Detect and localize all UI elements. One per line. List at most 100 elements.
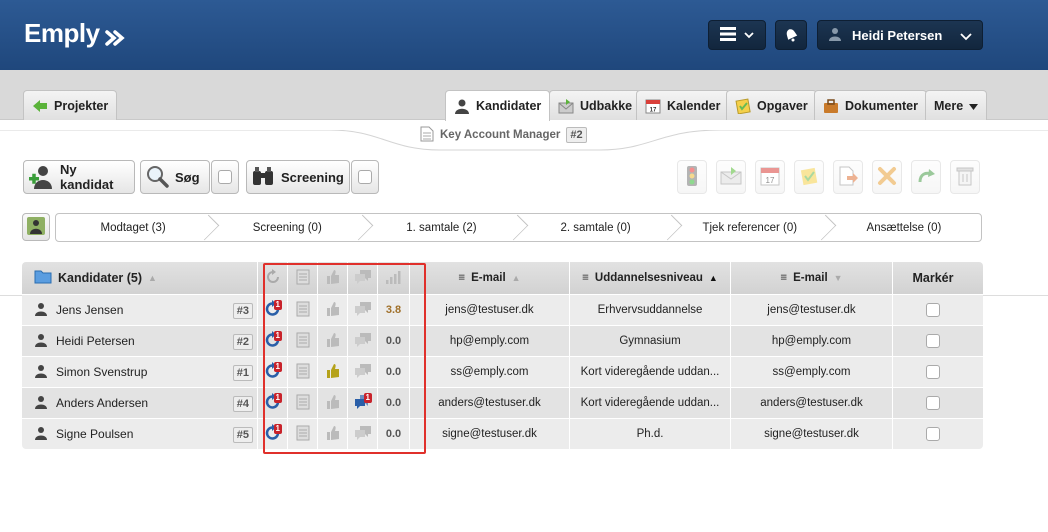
candidate-name[interactable]: Heidi Petersen — [56, 334, 135, 348]
search-button[interactable]: Søg — [140, 160, 210, 194]
column-header-score[interactable] — [378, 262, 410, 294]
main-menu-button[interactable] — [708, 20, 766, 50]
column-header-mark[interactable]: Markér — [893, 262, 973, 294]
add-task-button[interactable] — [794, 160, 824, 194]
pipeline-step[interactable]: Screening (0) — [210, 214, 364, 241]
column-header-documents[interactable] — [288, 262, 318, 294]
comments-cell[interactable] — [348, 419, 378, 449]
table-row[interactable]: Signe Poulsen #5 1 0.0 signe@testuser.dk… — [22, 418, 983, 449]
mark-cell[interactable] — [893, 357, 973, 387]
tab-projects[interactable]: Projekter — [23, 90, 118, 120]
email-2-value: anders@testuser.dk — [760, 397, 863, 409]
screening-checkbox[interactable] — [358, 170, 372, 184]
rating-cell[interactable] — [318, 388, 348, 418]
rating-cell[interactable] — [318, 295, 348, 325]
new-candidate-button[interactable]: Ny kandidat — [23, 160, 135, 194]
traffic-light-button[interactable] — [677, 160, 707, 194]
pipeline-step[interactable]: 1. samtale (2) — [364, 214, 518, 241]
send-mail-button[interactable] — [716, 160, 746, 194]
refresh-cell[interactable]: 1 — [258, 419, 288, 449]
column-header-email[interactable]: ≡ E-mail ▲ — [410, 262, 570, 294]
rating-cell[interactable] — [318, 357, 348, 387]
mark-checkbox[interactable] — [926, 427, 940, 441]
column-header-candidates[interactable]: Kandidater (5) ▲ — [22, 262, 258, 294]
bell-icon — [783, 26, 799, 45]
mark-checkbox[interactable] — [926, 334, 940, 348]
document-icon — [296, 269, 310, 288]
tab-more[interactable]: Mere — [925, 90, 988, 120]
column-header-comments[interactable] — [348, 262, 378, 294]
pipeline-person-button[interactable] — [22, 213, 50, 241]
pipeline-step[interactable]: Tjek referencer (0) — [673, 214, 827, 241]
table-row[interactable]: Anders Andersen #4 1 1 0.0 anders@testus… — [22, 387, 983, 418]
tab-documents[interactable]: Dokumenter — [814, 90, 927, 120]
rating-cell[interactable] — [318, 326, 348, 356]
delete-button[interactable] — [950, 160, 980, 194]
list-icon: ≡ — [780, 272, 788, 284]
pipeline-step[interactable]: Modtaget (3) — [56, 214, 210, 241]
candidate-name[interactable]: Signe Poulsen — [56, 427, 133, 441]
comments-cell[interactable]: 1 — [348, 388, 378, 418]
column-header-education[interactable]: ≡ Uddannelsesniveau ▲ — [570, 262, 731, 294]
documents-cell[interactable] — [288, 357, 318, 387]
documents-cell[interactable] — [288, 295, 318, 325]
move-candidate-button[interactable] — [833, 160, 863, 194]
list-icon: ≡ — [458, 272, 466, 284]
mark-cell[interactable] — [893, 326, 973, 356]
table-row[interactable]: Jens Jensen #3 1 3.8 jens@testuser.dk Er… — [22, 294, 983, 325]
refresh-cell[interactable]: 1 — [258, 357, 288, 387]
refresh-button[interactable] — [911, 160, 941, 194]
candidate-name-cell[interactable]: Jens Jensen #3 — [22, 295, 258, 325]
pipeline-step[interactable]: 2. samtale (0) — [519, 214, 673, 241]
mark-cell[interactable] — [893, 388, 973, 418]
comments-cell[interactable] — [348, 295, 378, 325]
mark-cell[interactable] — [893, 419, 973, 449]
reject-button[interactable] — [872, 160, 902, 194]
tab-tasks[interactable]: Opgaver — [726, 90, 817, 120]
tab-candidates-label: Kandidater — [476, 99, 542, 113]
user-menu-button[interactable]: Heidi Petersen — [817, 20, 983, 50]
column-header-rating[interactable] — [318, 262, 348, 294]
notifications-button[interactable] — [775, 20, 807, 50]
documents-cell[interactable] — [288, 419, 318, 449]
tab-outbox[interactable]: Udbakke — [549, 90, 642, 120]
search-options-toggle[interactable] — [211, 160, 239, 194]
refresh-cell[interactable]: 1 — [258, 388, 288, 418]
sort-up-icon: ▲ — [511, 273, 521, 283]
comments-cell[interactable] — [348, 326, 378, 356]
candidate-name[interactable]: Simon Svenstrup — [56, 365, 147, 379]
search-checkbox[interactable] — [218, 170, 232, 184]
documents-cell[interactable] — [288, 326, 318, 356]
candidate-name-cell[interactable]: Heidi Petersen #2 — [22, 326, 258, 356]
mark-checkbox[interactable] — [926, 365, 940, 379]
documents-cell[interactable] — [288, 388, 318, 418]
candidate-name[interactable]: Jens Jensen — [56, 303, 123, 317]
column-header-refresh[interactable] — [258, 262, 288, 294]
pipeline-step[interactable]: Ansættelse (0) — [827, 214, 981, 241]
thumbs-up-icon — [325, 425, 341, 444]
sort-up-icon: ▲ — [148, 273, 157, 283]
emply-logo[interactable]: Emply — [24, 18, 126, 49]
mark-checkbox[interactable] — [926, 303, 940, 317]
tab-candidates[interactable]: Kandidater — [445, 90, 551, 121]
candidate-name-cell[interactable]: Signe Poulsen #5 — [22, 419, 258, 449]
refresh-icon — [265, 268, 281, 288]
list-icon: ≡ — [582, 272, 589, 284]
screening-options-toggle[interactable] — [351, 160, 379, 194]
table-row[interactable]: Heidi Petersen #2 1 0.0 hp@emply.com Gym… — [22, 325, 983, 356]
table-row[interactable]: Simon Svenstrup #1 1 0.0 ss@emply.com Ko… — [22, 356, 983, 387]
mark-cell[interactable] — [893, 295, 973, 325]
refresh-cell[interactable]: 1 — [258, 295, 288, 325]
rating-cell[interactable] — [318, 419, 348, 449]
screening-label: Screening — [281, 169, 344, 185]
candidate-name-cell[interactable]: Anders Andersen #4 — [22, 388, 258, 418]
screening-button[interactable]: Screening — [246, 160, 350, 194]
refresh-cell[interactable]: 1 — [258, 326, 288, 356]
column-header-email-2[interactable]: ≡ E-mail ▼ — [731, 262, 893, 294]
tab-calendar[interactable]: 17 Kalender — [636, 90, 730, 120]
candidate-name[interactable]: Anders Andersen — [56, 396, 148, 410]
schedule-button[interactable]: 17 — [755, 160, 785, 194]
comments-cell[interactable] — [348, 357, 378, 387]
candidate-name-cell[interactable]: Simon Svenstrup #1 — [22, 357, 258, 387]
mark-checkbox[interactable] — [926, 396, 940, 410]
